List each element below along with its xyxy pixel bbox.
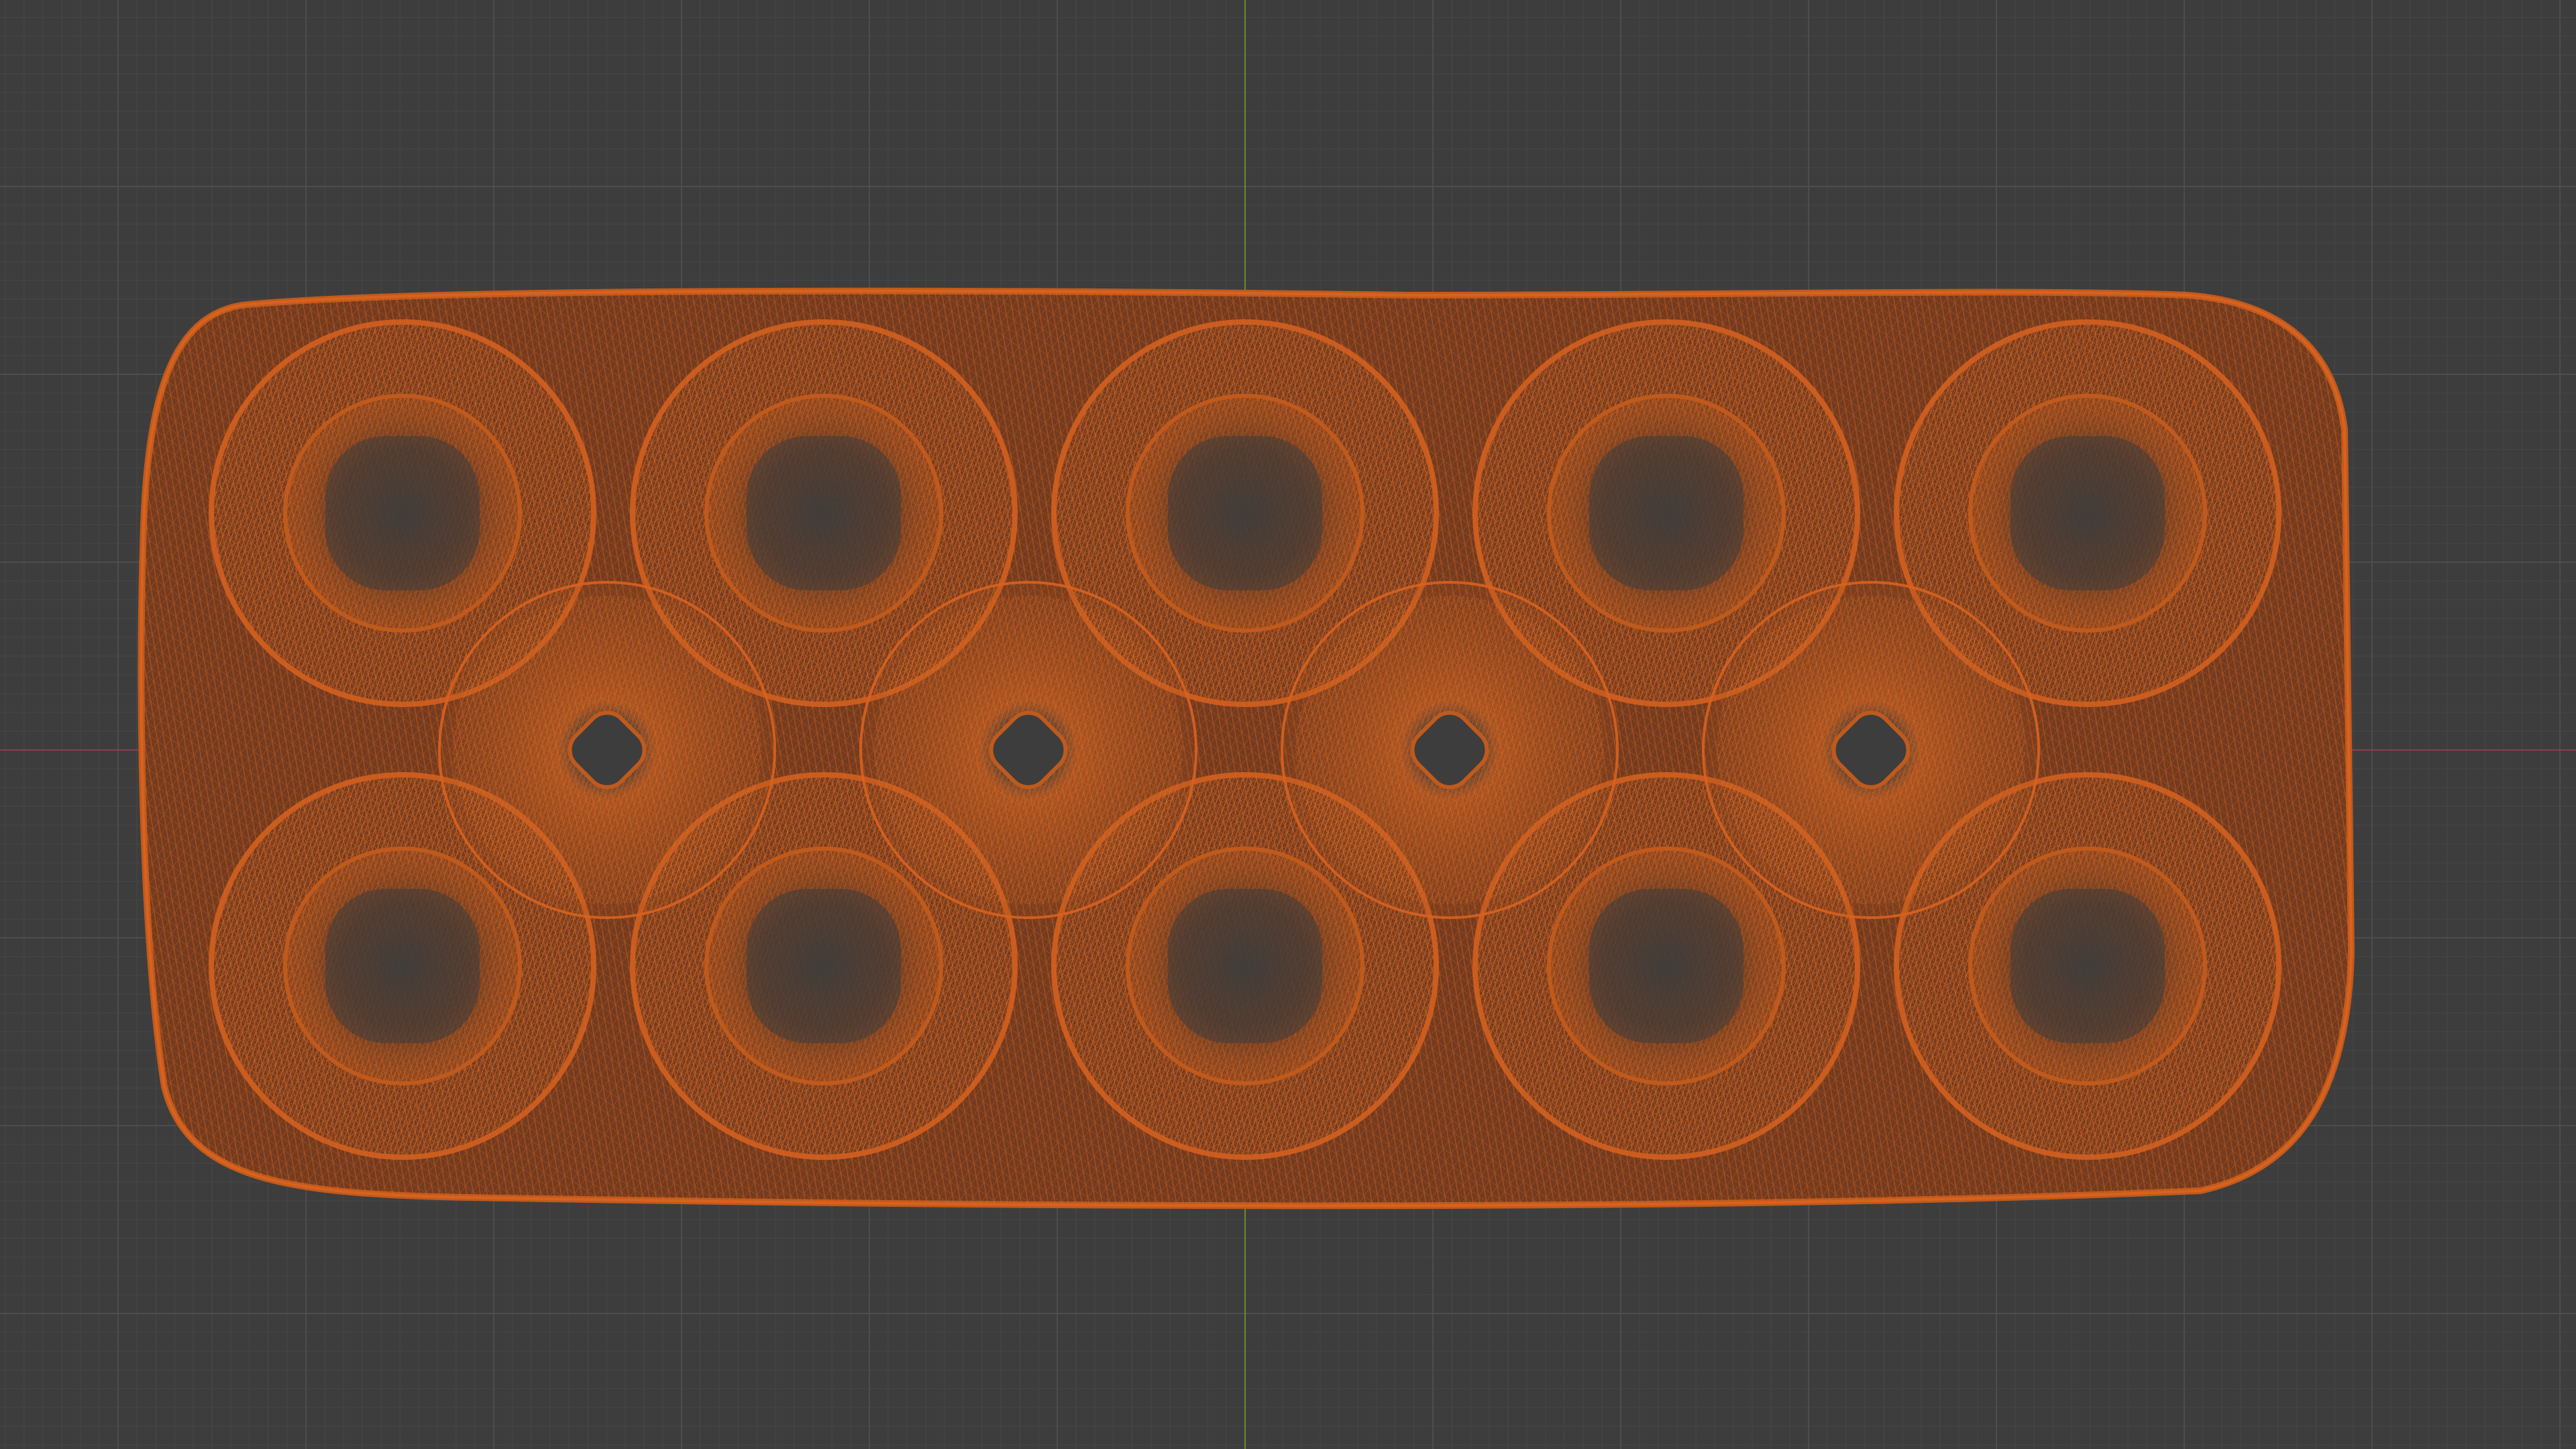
viewport-canvas[interactable] [0,0,2576,1449]
egg-carton-mesh[interactable] [138,287,2355,1210]
center-cone [1702,581,2040,919]
center-cone [438,581,776,919]
center-cone [859,581,1197,919]
3d-viewport[interactable] [0,0,2576,1449]
center-cone [1281,581,1619,919]
